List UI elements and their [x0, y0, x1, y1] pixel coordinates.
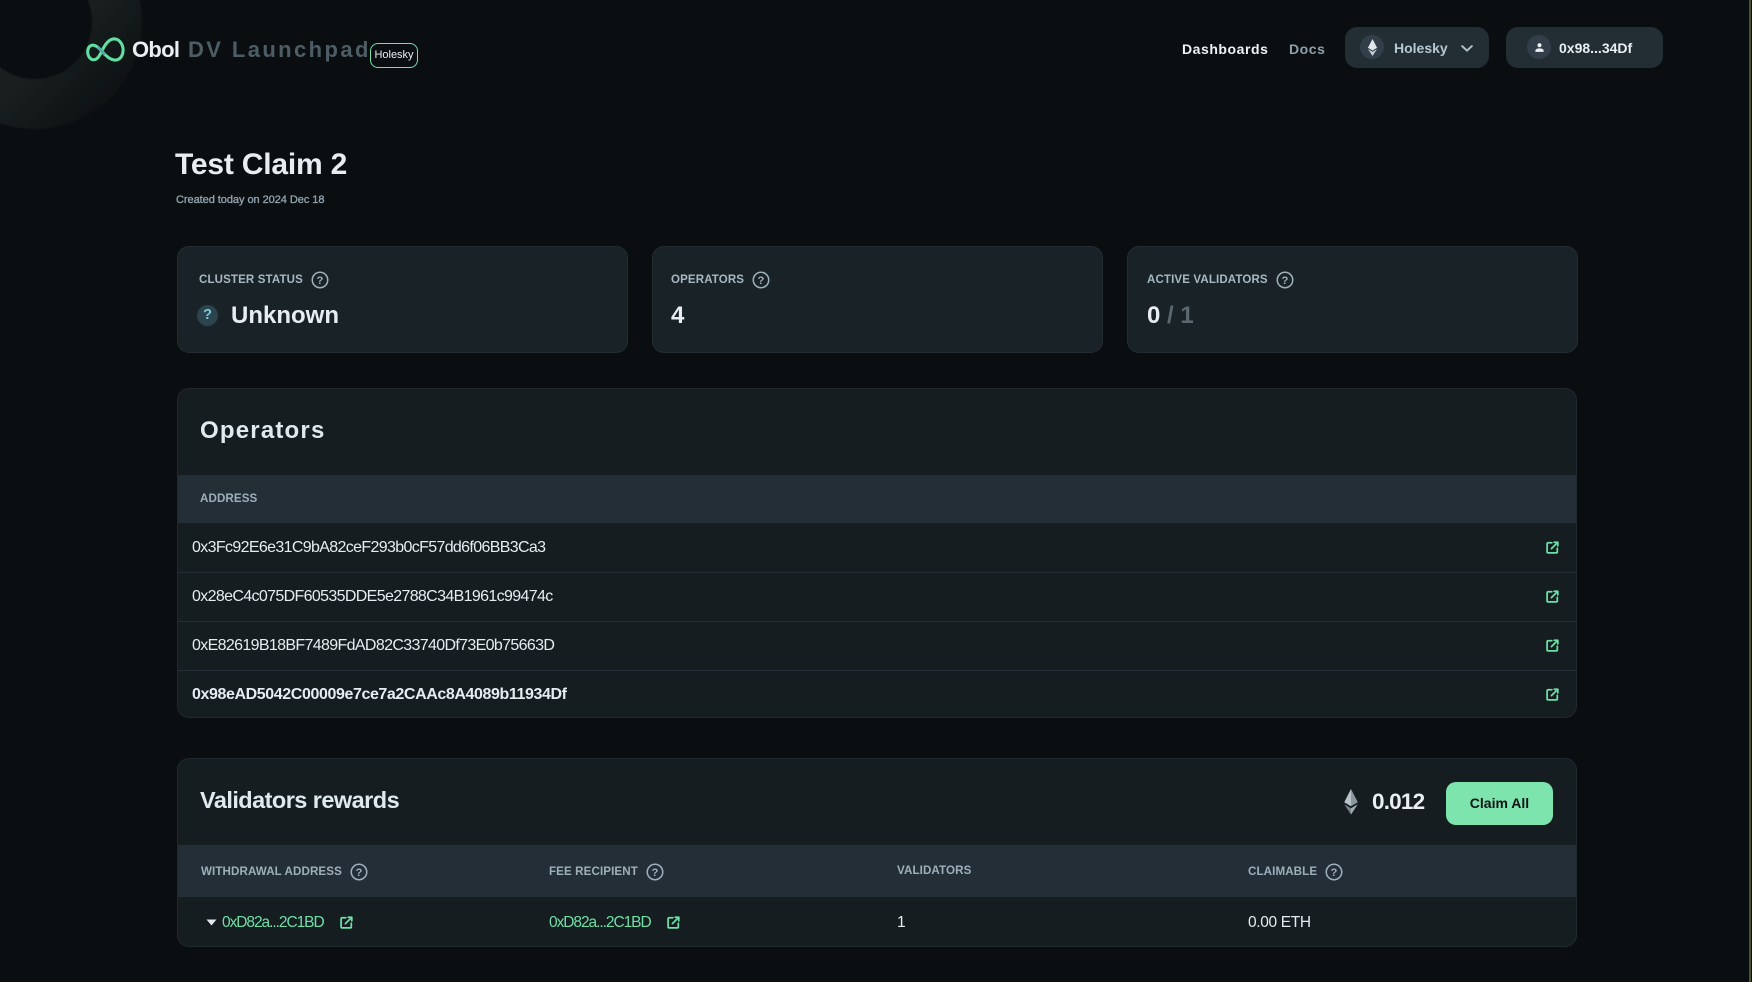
- svg-text:?: ?: [1281, 275, 1288, 287]
- svg-text:?: ?: [758, 275, 765, 287]
- svg-text:?: ?: [316, 275, 323, 287]
- svg-text:?: ?: [1331, 867, 1338, 879]
- svg-text:?: ?: [355, 867, 362, 879]
- svg-text:?: ?: [651, 867, 658, 879]
